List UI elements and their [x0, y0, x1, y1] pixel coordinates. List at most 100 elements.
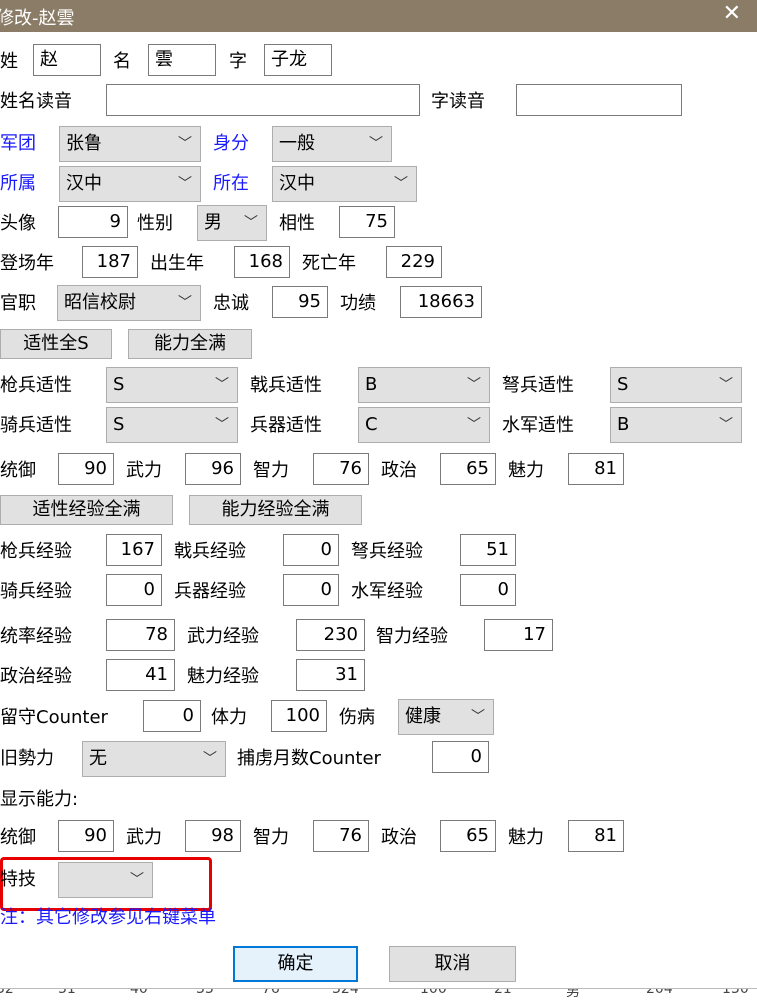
- lead-label: 统御: [0, 460, 36, 481]
- chevron-down-icon: ﹀: [215, 417, 229, 433]
- belong-select[interactable]: 汉中 ﹀: [59, 166, 201, 202]
- style-name-field[interactable]: 子龙: [264, 44, 332, 76]
- skill-label: 特技: [0, 869, 36, 890]
- birth-year-field[interactable]: 168: [234, 246, 290, 278]
- portrait-label: 头像: [0, 213, 36, 234]
- aptitude-exp-max-button[interactable]: 适性经验全满: [0, 495, 173, 525]
- display-chr-field[interactable]: 81: [568, 820, 624, 852]
- pol-field[interactable]: 65: [440, 453, 496, 485]
- siege-aptitude-select[interactable]: C ﹀: [358, 407, 490, 443]
- chr-field[interactable]: 81: [568, 453, 624, 485]
- given-name-field[interactable]: 雲: [148, 44, 216, 76]
- army-label: 军团: [0, 133, 36, 154]
- background-cell: 100: [420, 988, 447, 997]
- appear-year-field[interactable]: 187: [82, 246, 138, 278]
- ability-max-button[interactable]: 能力全满: [128, 329, 252, 359]
- loyalty-field[interactable]: 95: [272, 286, 328, 318]
- pol-exp-label: 政治经验: [0, 666, 72, 687]
- cavalry-exp-label: 骑兵经验: [0, 581, 72, 602]
- rank-label: 官职: [0, 293, 36, 314]
- display-pol-label: 政治: [381, 827, 417, 848]
- gender-label: 性别: [137, 213, 173, 234]
- death-year-label: 死亡年: [302, 253, 356, 274]
- merit-field[interactable]: 18663: [400, 286, 482, 318]
- navy-exp-field[interactable]: 0: [460, 574, 516, 606]
- lead-exp-label: 统率经验: [0, 626, 72, 647]
- status-select[interactable]: 一般 ﹀: [272, 126, 392, 162]
- cavalry-exp-field[interactable]: 0: [106, 574, 162, 606]
- background-cell: 男: [566, 988, 580, 1000]
- cancel-button[interactable]: 取消: [389, 946, 516, 982]
- rank-select[interactable]: 昭信校尉 ﹀: [57, 285, 201, 321]
- old-faction-select[interactable]: 无 ﹀: [82, 741, 226, 777]
- death-year-field[interactable]: 229: [386, 246, 442, 278]
- chr-exp-field[interactable]: 31: [296, 659, 365, 691]
- background-cell: 76: [262, 988, 280, 997]
- spear-aptitude-select[interactable]: S ﹀: [106, 367, 238, 403]
- display-war-field[interactable]: 98: [185, 820, 241, 852]
- chevron-down-icon: ﹀: [394, 176, 408, 192]
- siege-exp-field[interactable]: 0: [283, 574, 339, 606]
- surname-field[interactable]: 赵: [33, 44, 101, 76]
- background-cell: 32: [0, 988, 14, 997]
- display-chr-label: 魅力: [508, 827, 544, 848]
- lead-exp-field[interactable]: 78: [106, 619, 175, 651]
- portrait-field[interactable]: 9: [58, 206, 128, 238]
- name-reading-field[interactable]: [106, 84, 420, 116]
- ok-button[interactable]: 确定: [233, 946, 358, 982]
- display-lead-field[interactable]: 90: [58, 820, 114, 852]
- background-cell: 21: [494, 988, 512, 997]
- aptitude-all-s-button[interactable]: 适性全S: [0, 329, 112, 359]
- lead-field[interactable]: 90: [58, 453, 114, 485]
- gender-select[interactable]: 男 ﹀: [197, 205, 267, 241]
- spear-exp-field[interactable]: 167: [106, 534, 162, 566]
- birth-year-label: 出生年: [150, 253, 204, 274]
- navy-aptitude-select[interactable]: B ﹀: [610, 407, 742, 443]
- merit-label: 功绩: [340, 293, 376, 314]
- style-reading-field[interactable]: [516, 84, 682, 116]
- display-int-label: 智力: [253, 827, 289, 848]
- int-field[interactable]: 76: [313, 453, 369, 485]
- war-exp-field[interactable]: 230: [296, 619, 365, 651]
- captive-counter-field[interactable]: 0: [432, 741, 489, 773]
- int-exp-field[interactable]: 17: [484, 619, 553, 651]
- chr-exp-label: 魅力经验: [187, 666, 259, 687]
- display-heading: 显示能力:: [0, 789, 79, 810]
- injury-label: 伤病: [339, 707, 375, 728]
- halberd-exp-field[interactable]: 0: [283, 534, 339, 566]
- location-label: 所在: [213, 173, 249, 194]
- display-war-label: 武力: [126, 827, 162, 848]
- bow-exp-label: 弩兵经验: [351, 541, 423, 562]
- halberd-aptitude-label: 戟兵适性: [250, 375, 322, 396]
- skill-select[interactable]: ﹀: [58, 862, 153, 898]
- close-icon[interactable]: ✕: [723, 2, 741, 26]
- affinity-field[interactable]: 75: [339, 206, 395, 238]
- ability-exp-max-button[interactable]: 能力经验全满: [189, 495, 362, 525]
- location-select[interactable]: 汉中 ﹀: [272, 166, 417, 202]
- chevron-down-icon: ﹀: [130, 872, 144, 888]
- pol-exp-field[interactable]: 41: [106, 659, 175, 691]
- stamina-field[interactable]: 100: [271, 700, 327, 732]
- captive-counter-label: 捕虏月数Counter: [237, 748, 381, 769]
- style-reading-label: 字读音: [431, 91, 485, 112]
- halberd-aptitude-select[interactable]: B ﹀: [358, 367, 490, 403]
- background-cell: 324: [332, 988, 359, 997]
- siege-aptitude-label: 兵器适性: [250, 415, 322, 436]
- given-name-label: 名: [113, 51, 131, 72]
- pol-label: 政治: [381, 460, 417, 481]
- background-cell: 40: [130, 988, 148, 997]
- display-int-field[interactable]: 76: [313, 820, 369, 852]
- background-cell: 130: [722, 988, 749, 997]
- war-field[interactable]: 96: [185, 453, 241, 485]
- army-select[interactable]: 张鲁 ﹀: [59, 126, 201, 162]
- belong-label: 所属: [0, 173, 36, 194]
- chevron-down-icon: ﹀: [369, 136, 383, 152]
- stay-counter-field[interactable]: 0: [143, 700, 201, 732]
- injury-select[interactable]: 健康 ﹀: [398, 699, 494, 735]
- style-name-label: 字: [229, 51, 247, 72]
- bow-aptitude-select[interactable]: S ﹀: [610, 367, 742, 403]
- bow-exp-field[interactable]: 51: [460, 534, 516, 566]
- display-pol-field[interactable]: 65: [440, 820, 496, 852]
- siege-exp-label: 兵器经验: [174, 581, 246, 602]
- cavalry-aptitude-select[interactable]: S ﹀: [106, 407, 238, 443]
